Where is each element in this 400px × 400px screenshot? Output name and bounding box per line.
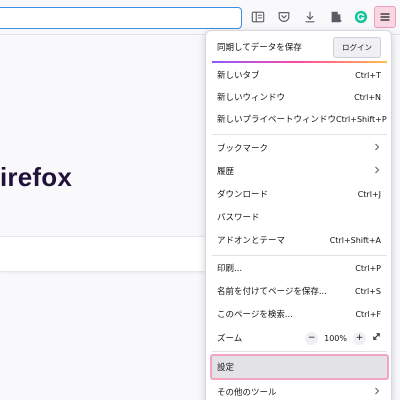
zoom-label: ズーム [217,334,243,344]
menu-item-addons-themes[interactable]: アドオンとテーマ Ctrl+Shift+A [212,229,387,251]
login-button[interactable]: ログイン [333,36,381,58]
menu-item-new-tab[interactable]: 新しいタブ Ctrl+T [212,64,387,86]
menu-item-downloads[interactable]: ダウンロード Ctrl+J [212,183,387,205]
chevron-right-icon [373,166,381,177]
menu-separator [212,351,387,352]
menu-separator [212,255,387,256]
zoom-in-button[interactable]: + [353,331,366,345]
menu-item-history[interactable]: 履歴 [212,160,387,182]
chevron-right-icon [373,143,381,154]
page-search-box[interactable] [0,236,214,272]
menu-item-more-tools[interactable]: その他のツール [212,381,387,400]
sync-row: 同期してデータを保存 ログイン [212,35,387,59]
app-menu-panel: 同期してデータを保存 ログイン 新しいタブ Ctrl+T 新しいウィンドウ Ct… [205,30,392,400]
sync-divider [212,61,387,63]
zoom-level[interactable]: 100% [324,334,347,343]
chevron-right-icon [373,387,381,398]
reader-view-icon[interactable] [248,7,268,27]
brand-wordmark: irefox [0,162,73,192]
sync-label: 同期してデータを保存 [217,43,302,53]
pocket-icon[interactable] [274,7,294,27]
menu-separator [212,134,387,135]
menu-button[interactable] [374,6,396,28]
menu-item-save-page[interactable]: 名前を付けてページを保存... Ctrl+S [212,280,387,302]
zoom-out-button[interactable]: − [305,331,319,345]
grammarly-icon[interactable] [351,7,371,27]
download-icon[interactable] [300,7,320,27]
fullscreen-icon[interactable] [372,332,381,344]
zoom-row: ズーム − 100% + [212,327,387,349]
menu-item-passwords[interactable]: パスワード [212,206,387,228]
menu-item-settings[interactable]: 設定 [210,354,389,380]
menu-item-find-in-page[interactable]: このページを検索... Ctrl+F [212,303,387,325]
menu-item-print[interactable]: 印刷... Ctrl+P [212,257,387,279]
url-bar[interactable] [0,7,242,29]
menu-item-bookmarks[interactable]: ブックマーク [212,137,387,159]
menu-icon [380,13,390,21]
menu-item-new-private-window[interactable]: 新しいプライベートウィンドウ Ctrl+Shift+P [212,108,387,130]
menu-item-new-window[interactable]: 新しいウィンドウ Ctrl+N [212,86,387,108]
extensions-icon[interactable] [326,7,346,27]
